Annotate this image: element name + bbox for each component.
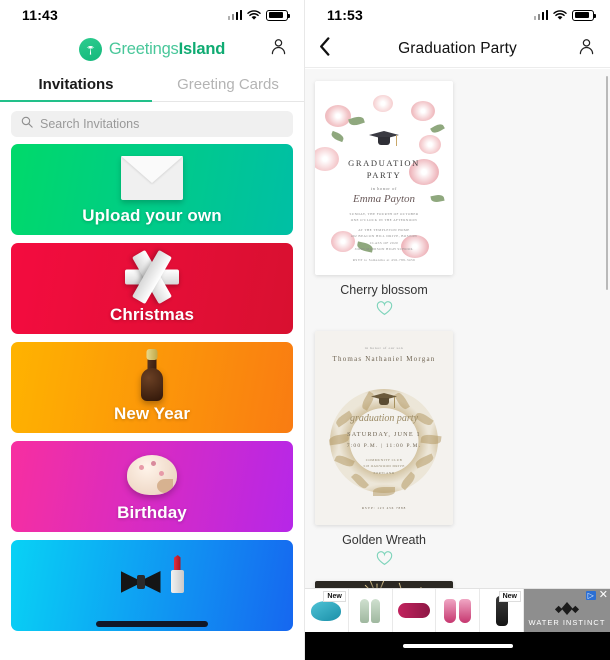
tab-greeting-cards[interactable]: Greeting Cards (152, 68, 304, 101)
template-name: Golden Wreath (315, 533, 453, 548)
ad-brand-block[interactable]: ▷ ✕ WATER INSTINCT (524, 589, 610, 632)
template-honor: in honor of our son (315, 345, 453, 351)
bowtie-lipstick-icon (11, 548, 293, 600)
goggles-icon (398, 603, 430, 618)
template-line1: SUNDAY, THE FOURTH OF OCTOBER ONE O'CLOCK… (315, 211, 453, 224)
snowflake-star-icon (11, 251, 293, 303)
template-venue: COMMUNITY CLUB 318 OAKWOOD DRIVE PORTLAND (315, 457, 453, 476)
wifi-icon (553, 10, 567, 21)
tab-bar: Invitations Greeting Cards (0, 68, 304, 102)
adchoices-icon[interactable]: ▷ (586, 591, 596, 600)
graduation-cap-icon (371, 393, 397, 411)
template-rsvp: RSVP to Samantha at 456-789-3456 (315, 257, 453, 263)
status-bar-right: 11:53 (305, 0, 610, 30)
status-bar-left: 11:43 (0, 0, 304, 30)
wifi-icon (247, 10, 261, 21)
swimsuit-icon (444, 599, 471, 623)
search-input[interactable] (40, 117, 283, 131)
category-card-upload-your-own[interactable]: Upload your own (11, 144, 293, 235)
template-thumbnail-golden-wreath[interactable]: in honor of our son Thomas Nathaniel Mor… (315, 331, 453, 525)
category-card-birthday[interactable]: Birthday (11, 441, 293, 532)
category-card-party[interactable] (11, 540, 293, 631)
app-header: GreetingsIsland (0, 30, 304, 68)
ad-controls: ▷ ✕ (586, 590, 608, 601)
category-card-new-year[interactable]: New Year (11, 342, 293, 433)
home-indicator[interactable] (403, 644, 513, 648)
chevron-left-icon[interactable] (319, 37, 331, 61)
ad-new-badge: New (499, 591, 521, 602)
brand-name-part1: Greetings (109, 40, 179, 58)
template-thumbnail-cherry-blossom[interactable]: GRADUATION PARTY in honor of Emma Payton … (315, 81, 453, 275)
page-title: Graduation Party (398, 40, 517, 58)
lipstick-icon (171, 555, 184, 593)
swim-cap-icon (311, 601, 341, 621)
category-card-christmas[interactable]: Christmas (11, 243, 293, 334)
cellular-signal-icon (534, 10, 549, 20)
template-person: Thomas Nathaniel Morgan (315, 355, 453, 363)
heart-outline-icon[interactable] (315, 551, 453, 571)
account-person-icon[interactable] (577, 37, 596, 61)
ad-product-sandals[interactable] (349, 589, 393, 632)
brand-name-part2: Island (179, 40, 225, 58)
template-name: Cherry blossom (315, 283, 453, 298)
template-cell: in honor of our son Thomas Nathaniel Mor… (315, 331, 453, 571)
heart-outline-icon[interactable] (315, 301, 453, 321)
tab-invitations[interactable]: Invitations (0, 68, 152, 101)
category-list: Upload your own Christmas New Year Birth… (0, 144, 304, 631)
template-time: 7:00 P.M. | 11:00 P.M. (315, 443, 453, 449)
category-label: Upload your own (82, 206, 221, 226)
bowtie-icon (121, 571, 161, 593)
envelope-icon (11, 152, 293, 204)
advertisement-banner[interactable]: New New ▷ ✕ WATER INSTINCT (305, 588, 610, 632)
template-grid-scroll[interactable]: GRADUATION PARTY in honor of Emma Payton … (305, 69, 610, 588)
template-cell: GRADUATIONPARTY KATHERINE LEE JACKSON PL… (315, 581, 453, 588)
template-script: graduation party (315, 413, 453, 424)
template-line2: AT THE TEMPLETON HOME 492 BEACON HILL DRI… (315, 227, 453, 252)
battery-icon (266, 10, 288, 21)
palm-tree-logo-icon (79, 38, 102, 61)
search-section (0, 102, 304, 144)
home-indicator-bar (305, 632, 610, 660)
ad-new-badge: New (323, 591, 345, 602)
ad-product-goggles[interactable] (393, 589, 437, 632)
template-grid: GRADUATION PARTY in honor of Emma Payton … (315, 81, 600, 588)
template-honor: in honor of (315, 185, 453, 192)
template-date: SATURDAY, JUNE 1 (315, 431, 453, 438)
template-person: Emma Payton (315, 193, 453, 205)
template-thumbnail-golden-fireworks[interactable]: GRADUATIONPARTY KATHERINE LEE JACKSON PL… (315, 581, 453, 588)
search-box[interactable] (11, 111, 293, 137)
brand-name: GreetingsIsland (109, 40, 225, 59)
navigation-bar: Graduation Party (305, 30, 610, 68)
account-person-icon[interactable] (269, 37, 288, 61)
status-icons (228, 10, 289, 21)
graduation-party-screen: 11:53 Graduation Party GRADUATION PARTY … (305, 0, 610, 660)
champagne-bottle-icon (11, 350, 293, 402)
template-title: GRADUATION PARTY (315, 157, 453, 182)
sandals-icon (360, 599, 380, 623)
invitations-screen: 11:43 GreetingsIsland Invitations Greeti… (0, 0, 305, 660)
decorative-line (96, 621, 208, 627)
template-rsvp: RSVP: 123 456 7888 (315, 505, 453, 511)
ad-product-swimsuit[interactable] (436, 589, 480, 632)
ad-product-model[interactable]: New (480, 589, 524, 632)
category-label: Christmas (110, 305, 194, 325)
template-cell: GRADUATION PARTY in honor of Emma Payton … (315, 81, 453, 321)
ad-product-swim-cap[interactable]: New (305, 589, 349, 632)
close-x-icon[interactable]: ✕ (599, 590, 608, 601)
status-icons (534, 10, 595, 21)
ad-brand-name: WATER INSTINCT (529, 618, 606, 627)
category-label: New Year (114, 404, 190, 424)
graduation-cap-icon (369, 131, 399, 149)
brand: GreetingsIsland (79, 38, 225, 61)
search-icon (21, 115, 33, 133)
category-label: Birthday (117, 503, 187, 523)
cellular-signal-icon (228, 10, 243, 20)
arena-diamond-logo-icon (554, 601, 580, 616)
cake-slice-icon (11, 449, 293, 501)
battery-icon (572, 10, 594, 21)
vertical-scrollbar[interactable] (606, 76, 609, 290)
status-time: 11:53 (327, 7, 363, 23)
status-time: 11:43 (22, 7, 58, 23)
